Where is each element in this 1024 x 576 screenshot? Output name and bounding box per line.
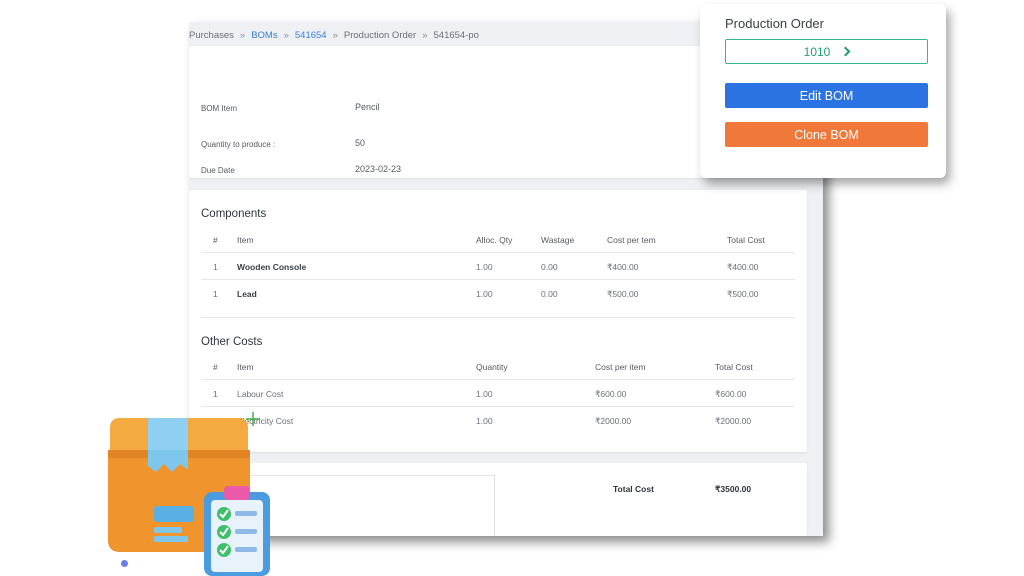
row-alloc-qty: 1.00	[476, 289, 493, 299]
stage: Purchases » BOMs » 541654 » Production O…	[0, 0, 1024, 576]
col-item: Item	[237, 235, 254, 245]
col-cost-per-item: Cost per item	[595, 362, 646, 372]
row-quantity: 1.00	[476, 416, 493, 426]
col-item: Item	[237, 362, 254, 372]
clone-bom-button[interactable]: Clone BOM	[725, 122, 928, 147]
components-table-header: # Item Alloc. Qty Wastage Cost per tem T…	[201, 226, 795, 252]
other-costs-table-header: # Item Quantity Cost per item Total Cost	[201, 353, 795, 379]
row-item: Labour Cost	[237, 389, 284, 399]
bom-item-label: BOM Item	[201, 104, 238, 113]
package-box-icon	[108, 418, 270, 576]
quantity-value: 50	[355, 138, 366, 148]
col-number: #	[213, 235, 218, 245]
clone-bom-label: Clone BOM	[794, 127, 859, 142]
table-row: 1 Labour Cost 1.00 ₹600.00 ₹600.00	[201, 379, 795, 405]
col-wastage: Wastage	[541, 235, 575, 245]
table-row: 1 Lead 1.00 0.00 ₹500.00 ₹500.00	[201, 279, 795, 305]
row-alloc-qty: 1.00	[476, 262, 493, 272]
breadcrumb-bom-id-link[interactable]: 541654	[295, 30, 327, 41]
row-total: ₹500.00	[727, 289, 759, 299]
row-cost: ₹500.00	[607, 289, 639, 299]
table-row: 1 Wooden Console 1.00 0.00 ₹400.00 ₹400.…	[201, 252, 795, 278]
row-quantity: 1.00	[476, 389, 493, 399]
col-alloc-qty: Alloc. Qty	[476, 235, 513, 245]
bom-item-value: Pencil	[355, 102, 380, 112]
row-total: ₹2000.00	[715, 416, 752, 426]
other-costs-title: Other Costs	[201, 336, 263, 348]
popup-title: Production Order	[725, 16, 824, 31]
row-number: 1	[213, 289, 218, 299]
edit-bom-label: Edit BOM	[799, 88, 854, 103]
col-total-cost: Total Cost	[727, 235, 765, 245]
row-wastage: 0.00	[541, 262, 558, 272]
table-row: 2 Electricity Cost 1.00 ₹2000.00 ₹2000.0…	[201, 406, 795, 432]
col-total-cost: Total Cost	[715, 362, 753, 372]
production-order-number-button[interactable]: 1010	[725, 39, 928, 64]
breadcrumb-production-order: Production Order	[343, 29, 417, 41]
components-title: Components	[201, 208, 267, 220]
row-wastage: 0.00	[541, 289, 558, 299]
col-number: #	[213, 362, 218, 372]
breadcrumb: Purchases » BOMs » 541654 » Production O…	[189, 26, 479, 44]
edit-bom-button[interactable]: Edit BOM	[725, 83, 928, 108]
quantity-label: Quantity to produce :	[201, 140, 276, 149]
row-cost: ₹2000.00	[595, 416, 632, 426]
row-number: 1	[213, 262, 218, 272]
due-date-value: 2023-02-23	[355, 164, 402, 174]
po-number: 1010	[803, 44, 831, 59]
row-item: Lead	[237, 289, 257, 299]
section-divider	[201, 317, 795, 318]
breadcrumb-separator: »	[332, 29, 338, 41]
row-number: 1	[213, 389, 218, 399]
total-card: Total Cost ₹3500.00	[189, 463, 807, 536]
row-cost: ₹600.00	[595, 389, 627, 399]
row-cost: ₹400.00	[607, 262, 639, 272]
total-cost-value: ₹3500.00	[715, 484, 752, 494]
decorative-dot	[121, 560, 128, 567]
breadcrumb-purchases: Purchases	[189, 29, 234, 41]
components-card: Components # Item Alloc. Qty Wastage Cos…	[189, 190, 807, 452]
breadcrumb-separator: »	[283, 29, 289, 41]
due-date-label: Due Date	[201, 166, 235, 175]
row-total: ₹400.00	[727, 262, 759, 272]
chevron-right-icon	[840, 46, 851, 57]
production-order-popup: Production Order 1010 Edit BOM Clone BOM	[700, 4, 946, 178]
breadcrumb-po-id: 541654-po	[433, 29, 479, 41]
breadcrumb-separator: »	[239, 29, 246, 41]
row-item: Wooden Console	[237, 262, 307, 272]
breadcrumb-boms-link[interactable]: BOMs	[251, 30, 277, 41]
col-quantity: Quantity	[476, 362, 508, 372]
total-cost-label: Total Cost	[613, 484, 654, 494]
row-total: ₹600.00	[715, 389, 747, 399]
breadcrumb-separator: »	[422, 29, 428, 41]
col-cost-per-item: Cost per tem	[607, 235, 656, 245]
